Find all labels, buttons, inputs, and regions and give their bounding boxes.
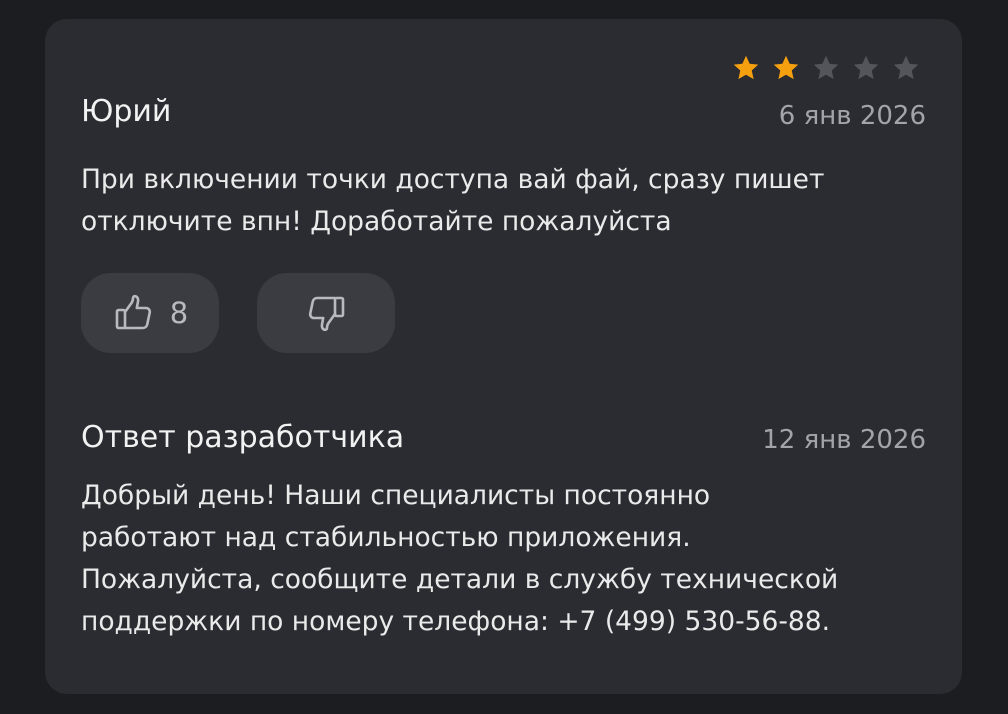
rating-stars bbox=[728, 53, 924, 83]
star-icon bbox=[888, 53, 924, 83]
star-icon bbox=[728, 53, 764, 83]
developer-reply-title: Ответ разработчика bbox=[81, 420, 405, 455]
review-author: Юрий bbox=[81, 94, 172, 129]
reply-text-line: поддержки по номеру телефона: +7 (499) 5… bbox=[81, 606, 831, 637]
review-text-line: отключите впн! Доработайте пожалуйста bbox=[81, 206, 672, 237]
reply-text-line: Пожалуйста, сообщите детали в службу тех… bbox=[81, 564, 839, 595]
review-text-line: При включении точки доступа вай фай, сра… bbox=[81, 164, 825, 195]
thumbs-up-icon bbox=[112, 291, 156, 335]
reply-text-line: работают над стабильностью приложения. bbox=[81, 522, 691, 553]
reply-date: 12 янв 2026 bbox=[762, 425, 926, 455]
dislike-button[interactable] bbox=[257, 273, 395, 353]
star-icon bbox=[768, 53, 804, 83]
review-text: При включении точки доступа вай фай, сра… bbox=[81, 159, 941, 243]
thumbs-down-icon bbox=[304, 291, 348, 335]
like-count: 8 bbox=[169, 296, 189, 330]
review-date: 6 янв 2026 bbox=[778, 101, 926, 131]
review-card: Юрий 6 янв 2026 При включении точки дост… bbox=[45, 19, 962, 694]
reply-text-line: Добрый день! Наши специалисты постоянно bbox=[81, 480, 711, 511]
reply-text: Добрый день! Наши специалисты постоянно … bbox=[81, 475, 941, 643]
star-icon bbox=[848, 53, 884, 83]
like-button[interactable]: 8 bbox=[81, 273, 219, 353]
star-icon bbox=[808, 53, 844, 83]
